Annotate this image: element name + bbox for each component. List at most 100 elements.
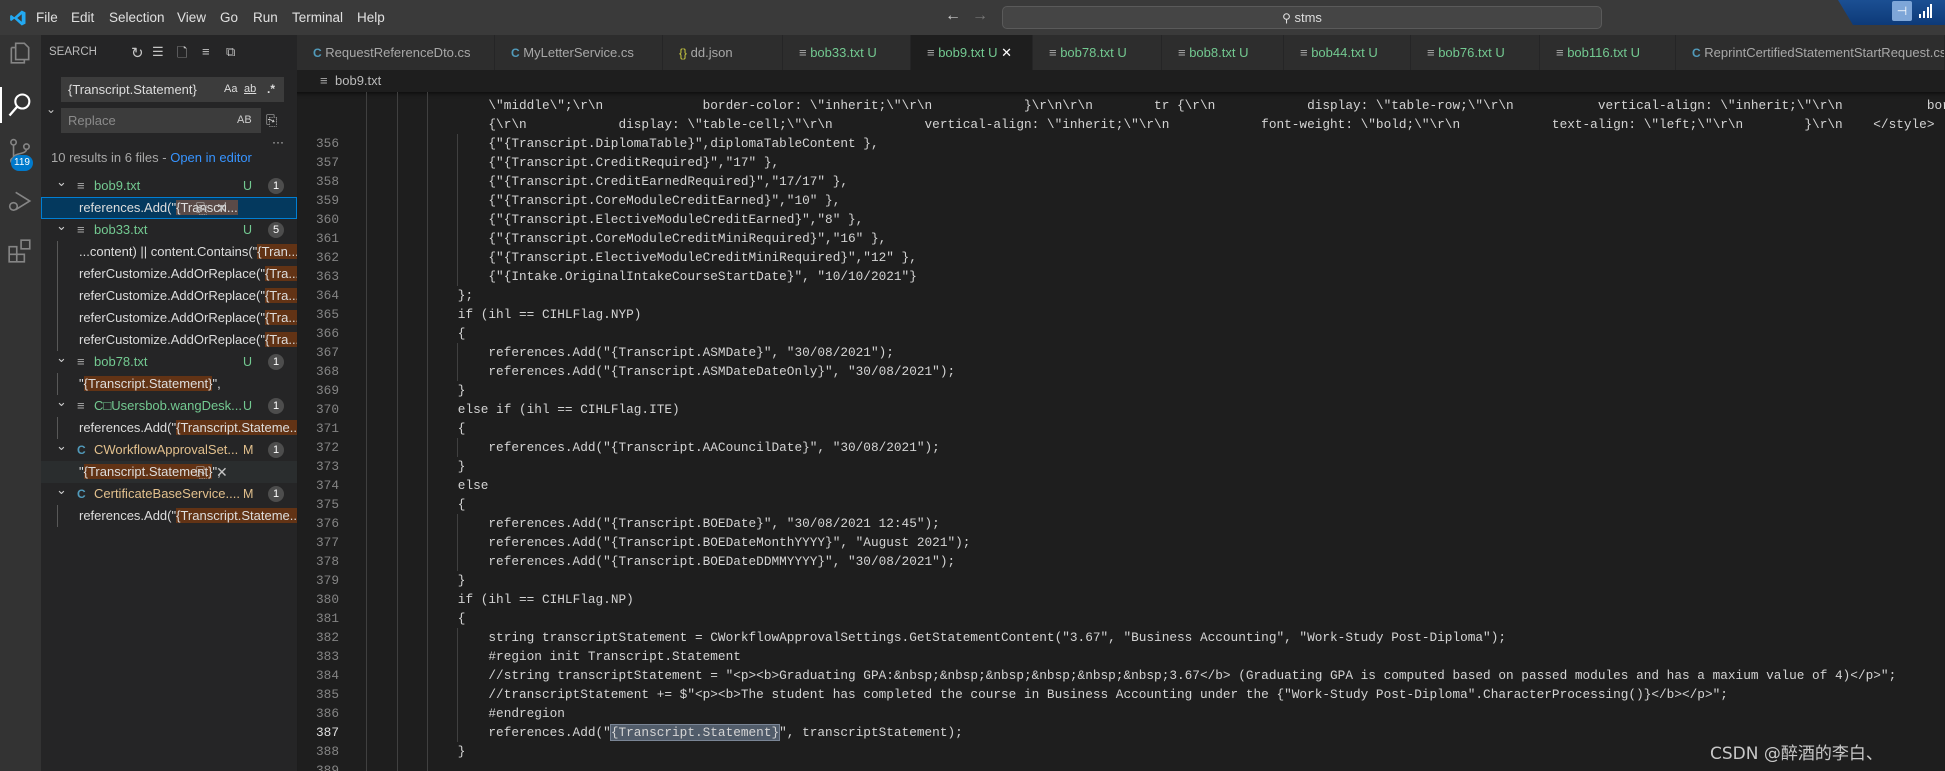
explorer-icon[interactable]	[7, 40, 33, 66]
preserve-case-toggle[interactable]: AB	[237, 108, 252, 133]
chevron-down-icon[interactable]: ⌄	[56, 215, 67, 237]
toggle-replace-chevron-icon[interactable]: ⌄	[46, 102, 56, 116]
git-status: U	[984, 45, 998, 60]
replace-icon[interactable]: ⎘	[196, 197, 207, 219]
tab-reprintcertifiedstatementstartrequest-cs[interactable]: C ReprintCertifiedStatementStartRequest.…	[1676, 35, 1945, 70]
indent-guide	[457, 342, 458, 362]
text-file-icon: ≡	[1556, 45, 1564, 60]
search-result-match[interactable]: references.Add("{Transcript.Stateme...	[41, 505, 297, 527]
menu-edit[interactable]: Edit	[71, 0, 94, 35]
csharp-file-icon: C	[77, 443, 86, 457]
line-number: 378	[316, 553, 339, 569]
menu-file[interactable]: File	[36, 0, 58, 35]
whole-word-toggle[interactable]: ab	[244, 77, 256, 102]
dismiss-icon[interactable]: ✕	[216, 197, 228, 219]
git-status: U	[243, 223, 253, 237]
match-case-toggle[interactable]: Aa	[224, 77, 237, 102]
more-options[interactable]: ···	[272, 135, 284, 149]
menu-go[interactable]: Go	[220, 0, 238, 35]
menu-help[interactable]: Help	[357, 0, 385, 35]
result-file-txt[interactable]: ⌄ ≡ bob33.txt U 5	[41, 218, 297, 241]
extensions-icon[interactable]	[7, 238, 33, 264]
tab-bob76-txt[interactable]: ≡ bob76.txt U	[1411, 35, 1540, 70]
tab-bob33-txt[interactable]: ≡ bob33.txt U	[783, 35, 911, 70]
search-result-match[interactable]: "{Transcript.Statement}", ⎘ ✕	[41, 461, 297, 483]
result-file-cs[interactable]: ⌄ C CWorkflowApprovalSet... M 1	[41, 438, 297, 461]
regex-toggle[interactable]: .*	[267, 77, 275, 102]
code-line: 375 {	[297, 495, 1945, 514]
search-result-match[interactable]: referCustomize.AddOrReplace("{Tra...	[41, 329, 297, 351]
menu-selection[interactable]: Selection	[109, 0, 165, 35]
menu-terminal[interactable]: Terminal	[292, 0, 343, 35]
back-arrow-icon[interactable]: ←	[945, 7, 961, 25]
open-in-editor-link[interactable]: Open in editor	[170, 150, 252, 165]
command-center-search[interactable]: ⚲ stms	[1002, 6, 1602, 29]
replace-input[interactable]: Replace AB	[61, 108, 261, 133]
breadcrumb-file[interactable]: bob9.txt	[335, 70, 381, 92]
code-text: };	[458, 286, 473, 305]
code-text: {	[458, 324, 466, 343]
tab-requestreferencedto-cs[interactable]: C RequestReferenceDto.cs	[297, 35, 495, 70]
forward-arrow-icon[interactable]: →	[972, 7, 988, 25]
dismiss-icon[interactable]: ✕	[216, 461, 228, 483]
tab-bob44-txt[interactable]: ≡ bob44.txt U	[1284, 35, 1411, 70]
code-text: #endregion	[488, 704, 565, 723]
chevron-down-icon[interactable]: ⌄	[56, 479, 67, 501]
file-name: bob33.txt	[94, 222, 148, 237]
code-segment: //transcriptStatement += $"<p><b>The stu…	[488, 686, 1728, 702]
code-segment: references.Add("{Transcript.BOEDateMonth…	[488, 534, 971, 550]
chevron-down-icon[interactable]: ⌄	[56, 435, 67, 457]
search-input[interactable]: {Transcript.Statement} Aa ab .*	[61, 77, 284, 102]
line-number: 386	[316, 705, 339, 721]
result-file-cs[interactable]: ⌄ C CertificateBaseService.... M 1	[41, 482, 297, 505]
code-editor[interactable]: \"middle\";\r\n border-color: \"inherit;…	[297, 92, 1945, 771]
tab-myletterservice-cs[interactable]: C MyLetterService.cs	[495, 35, 663, 70]
replace-all-icon[interactable]: ⎘	[266, 112, 277, 129]
result-file-txt[interactable]: ⌄ ≡ bob78.txt U 1	[41, 350, 297, 373]
new-search-editor-icon[interactable]: 🗋	[177, 44, 187, 66]
menu-view[interactable]: View	[177, 0, 206, 35]
search-result-match[interactable]: referCustomize.AddOrReplace("{Tra...	[41, 263, 297, 285]
code-line: 371 {	[297, 419, 1945, 438]
search-result-match[interactable]: referCustomize.AddOrReplace("{Tra...	[41, 285, 297, 307]
line-number: 359	[316, 192, 339, 208]
text-file-icon: ≡	[1427, 45, 1435, 60]
code-segment: }	[457, 458, 466, 474]
collapse-all-icon[interactable]: ⧉	[226, 44, 235, 60]
search-icon[interactable]	[6, 91, 34, 119]
search-result-match[interactable]: ...content) || content.Contains("{Tran..…	[41, 241, 297, 263]
menu-run[interactable]: Run	[253, 0, 278, 35]
code-text: references.Add("{Transcript.ASMDate}", "…	[488, 343, 894, 362]
chevron-down-icon[interactable]: ⌄	[56, 391, 67, 413]
tab-dd-json[interactable]: {} dd.json	[663, 35, 783, 70]
view-as-tree-icon[interactable]: ≡	[202, 44, 210, 59]
tab-bob78-txt[interactable]: ≡ bob78.txt U	[1033, 35, 1162, 70]
code-text: //string transcriptStatement = "<p><b>Gr…	[488, 666, 1896, 685]
search-result-match[interactable]: referCustomize.AddOrReplace("{Tra...	[41, 307, 297, 329]
chevron-down-icon[interactable]: ⌄	[56, 347, 67, 369]
indent-guide	[457, 665, 458, 685]
search-result-match[interactable]: references.Add("{Transcript.Stateme...	[41, 417, 297, 439]
replace-icon[interactable]: ⎘	[196, 461, 207, 483]
code-segment: string transcriptStatement = CWorkflowAp…	[488, 629, 1507, 645]
match-count-badge: 1	[268, 486, 284, 502]
refresh-icon[interactable]: ↻	[131, 44, 144, 62]
tab-bob116-txt[interactable]: ≡ bob116.txt U	[1540, 35, 1676, 70]
code-segment: {	[457, 325, 466, 341]
pin-icon[interactable]: ⊣	[1892, 1, 1912, 21]
tab-bob8-txt[interactable]: ≡ bob8.txt U	[1162, 35, 1284, 70]
find-match-highlight: {Transcript.Statement}	[609, 723, 781, 741]
close-icon[interactable]: ✕	[997, 45, 1012, 60]
chevron-down-icon[interactable]: ⌄	[56, 171, 67, 193]
result-file-txt[interactable]: ⌄ ≡ bob9.txt U 1	[41, 174, 297, 197]
search-result-match[interactable]: "{Transcript.Statement}",	[41, 373, 297, 395]
tab-bob9-txt[interactable]: ≡ bob9.txt U ✕	[911, 35, 1033, 70]
code-line: 376 references.Add("{Transcript.BOEDate}"…	[297, 514, 1945, 533]
csharp-file-icon: C	[1692, 46, 1701, 60]
match-highlight: {Transcript.Stateme...	[176, 420, 297, 435]
search-result-match[interactable]: references.Add("{Transcri... ⎘ ✕	[41, 197, 297, 219]
code-line: 378 references.Add("{Transcript.BOEDateDD…	[297, 552, 1945, 571]
run-debug-icon[interactable]	[7, 188, 33, 214]
result-file-txt[interactable]: ⌄ ≡ C□Usersbob.wangDesk... U 1	[41, 394, 297, 417]
clear-results-icon[interactable]: ☰	[152, 44, 164, 60]
